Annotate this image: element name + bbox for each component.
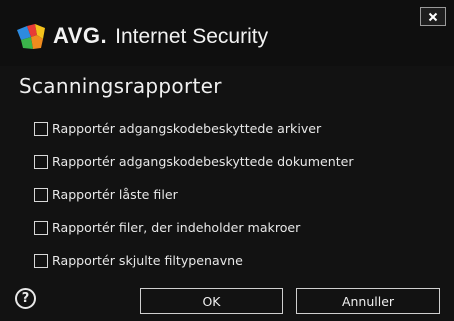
page-title: Scanningsrapporter: [19, 74, 222, 98]
options-list: Rapportér adgangskodebeskyttede arkiver …: [34, 118, 444, 283]
checkbox[interactable]: [34, 121, 48, 136]
close-button[interactable]: [420, 7, 446, 26]
help-icon[interactable]: ?: [15, 288, 36, 309]
option-label: Rapportér skjulte filtypenavne: [52, 253, 243, 268]
ok-button[interactable]: OK: [140, 288, 283, 314]
checkbox[interactable]: [34, 220, 48, 235]
option-label: Rapportér filer, der indeholder makroer: [52, 220, 301, 235]
option-label: Rapportér adgangskodebeskyttede arkiver: [52, 121, 322, 136]
dialog-content: Scanningsrapporter Rapportér adgangskode…: [0, 66, 454, 284]
close-icon: [428, 7, 438, 26]
checkbox[interactable]: [34, 253, 48, 268]
option-label: Rapportér adgangskodebeskyttede dokument…: [52, 154, 354, 169]
title-bar: AVG. Internet Security: [0, 0, 454, 66]
checkbox[interactable]: [34, 154, 48, 169]
option-hidden-extensions[interactable]: Rapportér skjulte filtypenavne: [34, 250, 444, 271]
avg-logo-icon: [17, 24, 47, 50]
option-locked-files[interactable]: Rapportér låste filer: [34, 184, 444, 205]
brand-name: AVG.: [53, 23, 108, 48]
option-macro-files[interactable]: Rapportér filer, der indeholder makroer: [34, 217, 444, 238]
dialog-window: AVG. Internet Security Scanningsrapporte…: [0, 0, 454, 321]
product-name: Internet Security: [115, 25, 269, 48]
dialog-footer: ? OK Annuller: [0, 284, 454, 321]
option-password-documents[interactable]: Rapportér adgangskodebeskyttede dokument…: [34, 151, 444, 172]
app-title: AVG. Internet Security: [53, 23, 268, 53]
option-password-archives[interactable]: Rapportér adgangskodebeskyttede arkiver: [34, 118, 444, 139]
cancel-button[interactable]: Annuller: [296, 288, 440, 314]
option-label: Rapportér låste filer: [52, 187, 178, 202]
checkbox[interactable]: [34, 187, 48, 202]
